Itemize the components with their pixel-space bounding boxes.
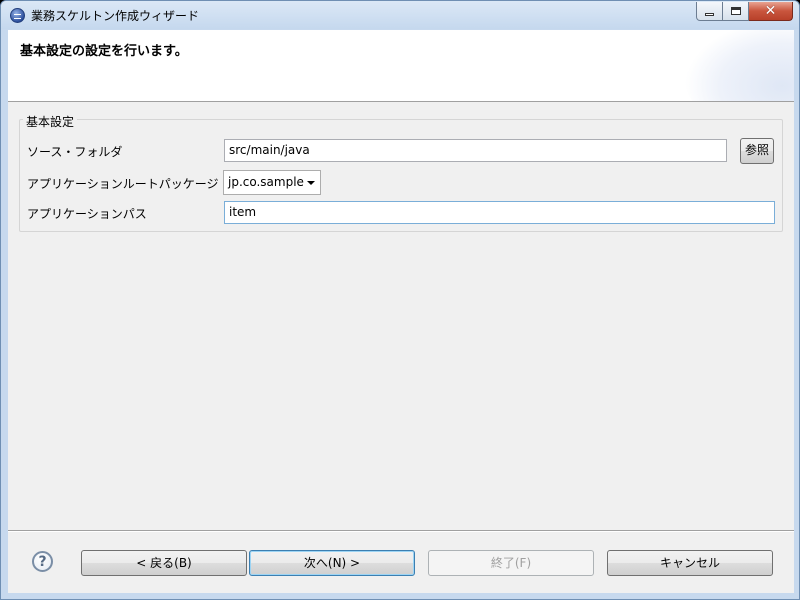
wizard-window: 業務スケルトン作成ウィザード ✕ 基本設定の設定を行います。 基本設定 ソース・…: [0, 0, 800, 600]
maximize-button[interactable]: [723, 2, 749, 21]
close-button[interactable]: ✕: [749, 2, 793, 21]
window-controls: ✕: [696, 2, 793, 21]
root-package-dropdown[interactable]: jp.co.sample: [223, 170, 321, 195]
browse-button[interactable]: 参照: [740, 138, 774, 164]
minimize-icon: [705, 12, 714, 16]
dialog-client-area: 基本設定の設定を行います。 基本設定 ソース・フォルダ src/main/jav…: [8, 30, 794, 593]
eclipse-app-icon: [10, 8, 25, 23]
button-bar-separator: [8, 530, 794, 532]
finish-button[interactable]: 終了(F): [428, 550, 594, 576]
wizard-header: 基本設定の設定を行います。: [8, 30, 794, 102]
root-package-label: アプリケーションルートパッケージ: [27, 177, 219, 191]
chevron-down-icon: [307, 181, 315, 185]
minimize-button[interactable]: [696, 2, 723, 21]
group-label: 基本設定: [23, 113, 78, 130]
title-bar[interactable]: 業務スケルトン作成ウィザード ✕: [1, 1, 799, 29]
window-title: 業務スケルトン作成ウィザード: [31, 9, 200, 23]
help-icon[interactable]: ?: [32, 551, 53, 572]
page-title: 基本設定の設定を行います。: [20, 44, 188, 59]
cancel-button[interactable]: キャンセル: [607, 550, 773, 576]
back-button[interactable]: < 戻る(B): [81, 550, 247, 576]
header-banner-graphic: [684, 30, 794, 101]
next-button[interactable]: 次へ(N) >: [249, 550, 415, 576]
root-package-selected: jp.co.sample: [228, 175, 304, 189]
app-path-field[interactable]: item: [224, 201, 775, 224]
source-folder-field[interactable]: src/main/java: [224, 139, 727, 162]
maximize-icon: [730, 7, 741, 15]
app-path-label: アプリケーションパス: [27, 207, 147, 221]
source-folder-label: ソース・フォルダ: [27, 145, 123, 159]
close-icon: ✕: [764, 3, 777, 19]
